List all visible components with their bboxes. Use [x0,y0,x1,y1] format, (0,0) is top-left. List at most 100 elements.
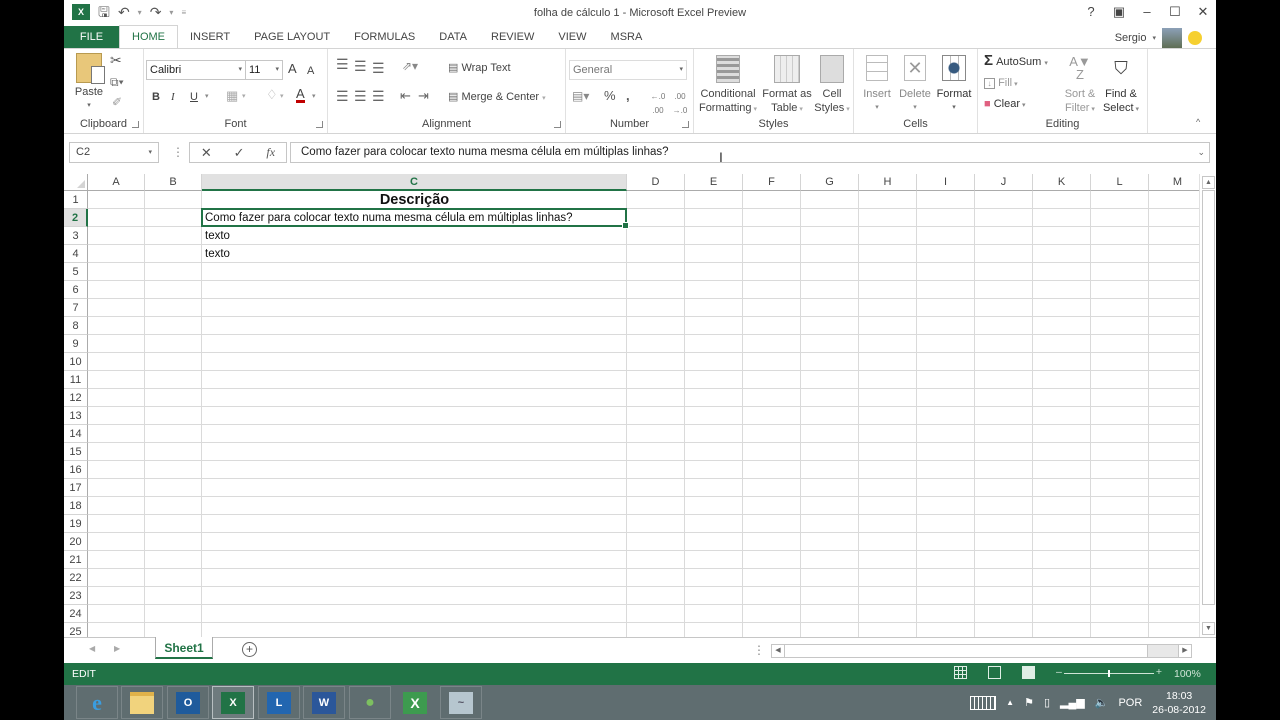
autosum-button[interactable]: Σ AutoSum ▾ [984,53,1048,71]
align-center-icon[interactable]: ☰ [354,89,367,103]
cut-icon[interactable]: ✂ [110,53,122,67]
zoom-in-icon[interactable]: + [1156,666,1162,678]
find-select-button[interactable]: ⛉ Find & Select ▾ [1100,55,1142,117]
font-name-combo[interactable]: Calibri ▾ [146,60,246,80]
orientation-icon[interactable]: ⇗▾ [402,59,418,73]
row-header-14[interactable]: 14 [64,425,88,443]
font-launcher-icon[interactable] [316,121,323,128]
row-header-2[interactable]: 2 [64,209,88,227]
show-hidden-icons[interactable]: ▲ [1006,698,1014,707]
zoom-out-icon[interactable]: – [1056,666,1062,678]
cell-c4[interactable]: texto [202,245,627,263]
column-header-k[interactable]: K [1033,174,1091,191]
column-header-j[interactable]: J [975,174,1033,191]
scroll-down-icon[interactable]: ▼ [1202,622,1215,635]
bottom-align-icon[interactable]: ☰ [372,61,385,75]
number-launcher-icon[interactable] [682,121,689,128]
clipboard-launcher-icon[interactable] [132,121,139,128]
taskbar-file-explorer[interactable] [121,686,163,719]
row-header-18[interactable]: 18 [64,497,88,515]
normal-view-icon[interactable] [954,666,967,679]
next-sheet-icon[interactable]: ▶ [114,644,120,653]
taskbar-excel-file[interactable]: X [394,686,436,719]
row-header-13[interactable]: 13 [64,407,88,425]
help-icon[interactable]: ? [1084,4,1098,20]
fill-button[interactable]: ↓ Fill ▾ [984,76,1018,92]
prev-sheet-icon[interactable]: ◀ [89,644,95,653]
maximize-icon[interactable]: ☐ [1168,4,1182,20]
column-header-d[interactable]: D [627,174,685,191]
row-header-17[interactable]: 17 [64,479,88,497]
row-header-25[interactable]: 25 [64,623,88,637]
column-header-h[interactable]: H [859,174,917,191]
paste-button[interactable]: Paste ▾ [72,53,106,113]
bold-button[interactable]: B [152,90,160,104]
feedback-smiley-icon[interactable] [1188,31,1202,45]
row-header-1[interactable]: 1 [64,191,88,209]
horizontal-scrollbar[interactable]: ◀ ▶ [771,644,1192,658]
vertical-scrollbar[interactable]: ▲ ▼ [1199,174,1216,637]
collapse-ribbon-icon[interactable]: ^ [1196,115,1200,129]
sort-filter-button[interactable]: A▼ Z Sort & Filter ▾ [1060,55,1100,117]
ribbon-display-icon[interactable]: ▣ [1112,4,1126,20]
comma-button[interactable]: , [626,89,630,103]
decrease-decimal-button[interactable]: .00 →.0 [670,90,690,118]
cell-c3[interactable]: texto [202,227,627,245]
horizontal-scroll-track[interactable] [1148,645,1179,657]
tab-split-handle[interactable]: ⋮ [753,643,765,657]
network-signal-icon[interactable]: ▂▄▆ [1060,696,1085,709]
row-header-8[interactable]: 8 [64,317,88,335]
tab-view[interactable]: VIEW [546,26,598,48]
insert-cells-button[interactable]: Insert ▾ [858,55,896,115]
row-header-22[interactable]: 22 [64,569,88,587]
conditional-formatting-button[interactable]: Conditional Formatting ▾ [696,55,760,117]
tab-home[interactable]: HOME [119,25,178,48]
row-header-4[interactable]: 4 [64,245,88,263]
delete-cells-button[interactable]: ✕ Delete ▾ [896,55,934,115]
touch-keyboard-icon[interactable] [970,695,997,710]
column-header-l[interactable]: L [1091,174,1149,191]
worksheet-grid[interactable]: A B C D E F G H I J K L M 1 2 3 4 5 6 7 8 9 10 11 12 13 14 15 16 17 18… [64,174,1199,637]
row-header-11[interactable]: 11 [64,371,88,389]
taskbar-word[interactable]: W [303,686,345,719]
grow-font-button[interactable]: A [288,62,297,76]
active-cell-border[interactable] [201,208,629,229]
increase-indent-icon[interactable]: ⇥ [418,89,429,103]
taskbar-lync[interactable]: L [258,686,300,719]
action-center-flag-icon[interactable]: ⚑ [1024,696,1034,709]
row-header-7[interactable]: 7 [64,299,88,317]
copy-icon[interactable]: ⧉▾ [110,75,124,89]
scroll-up-icon[interactable]: ▲ [1202,176,1215,189]
column-header-b[interactable]: B [145,174,202,191]
borders-dropdown-icon[interactable]: ▾ [242,90,246,104]
column-header-g[interactable]: G [801,174,859,191]
tab-insert[interactable]: INSERT [178,26,242,48]
row-header-20[interactable]: 20 [64,533,88,551]
fill-color-icon[interactable]: ♢ [266,88,278,102]
percent-button[interactable]: % [604,89,616,103]
tab-file[interactable]: FILE [64,26,119,48]
cell-c1[interactable]: Descrição [202,191,627,209]
zoom-slider-knob[interactable] [1108,670,1110,677]
sheet-tab-sheet1[interactable]: Sheet1 [155,637,213,659]
column-header-c[interactable]: C [202,174,627,191]
tab-page-layout[interactable]: PAGE LAYOUT [242,26,342,48]
row-header-9[interactable]: 9 [64,335,88,353]
fill-color-dropdown-icon[interactable]: ▾ [280,90,284,104]
user-account[interactable]: Sergio ▾ [1115,28,1202,48]
row-header-19[interactable]: 19 [64,515,88,533]
clear-button[interactable]: ■ Clear ▾ [984,97,1025,113]
power-icon[interactable]: ▯ [1044,696,1050,709]
name-box[interactable]: C2 ▾ [69,142,159,163]
vertical-scroll-thumb[interactable] [1202,190,1215,605]
align-right-icon[interactable]: ☰ [372,89,385,103]
taskbar-people[interactable]: ● [349,686,391,719]
row-header-23[interactable]: 23 [64,587,88,605]
top-align-icon[interactable]: ☰ [336,57,349,71]
minimize-icon[interactable]: – [1140,4,1154,20]
add-sheet-button[interactable]: + [242,642,257,657]
row-header-6[interactable]: 6 [64,281,88,299]
italic-button[interactable]: I [171,90,175,104]
format-as-table-button[interactable]: Format as Table ▾ [762,55,812,117]
volume-icon[interactable]: 🔈 [1095,696,1109,709]
